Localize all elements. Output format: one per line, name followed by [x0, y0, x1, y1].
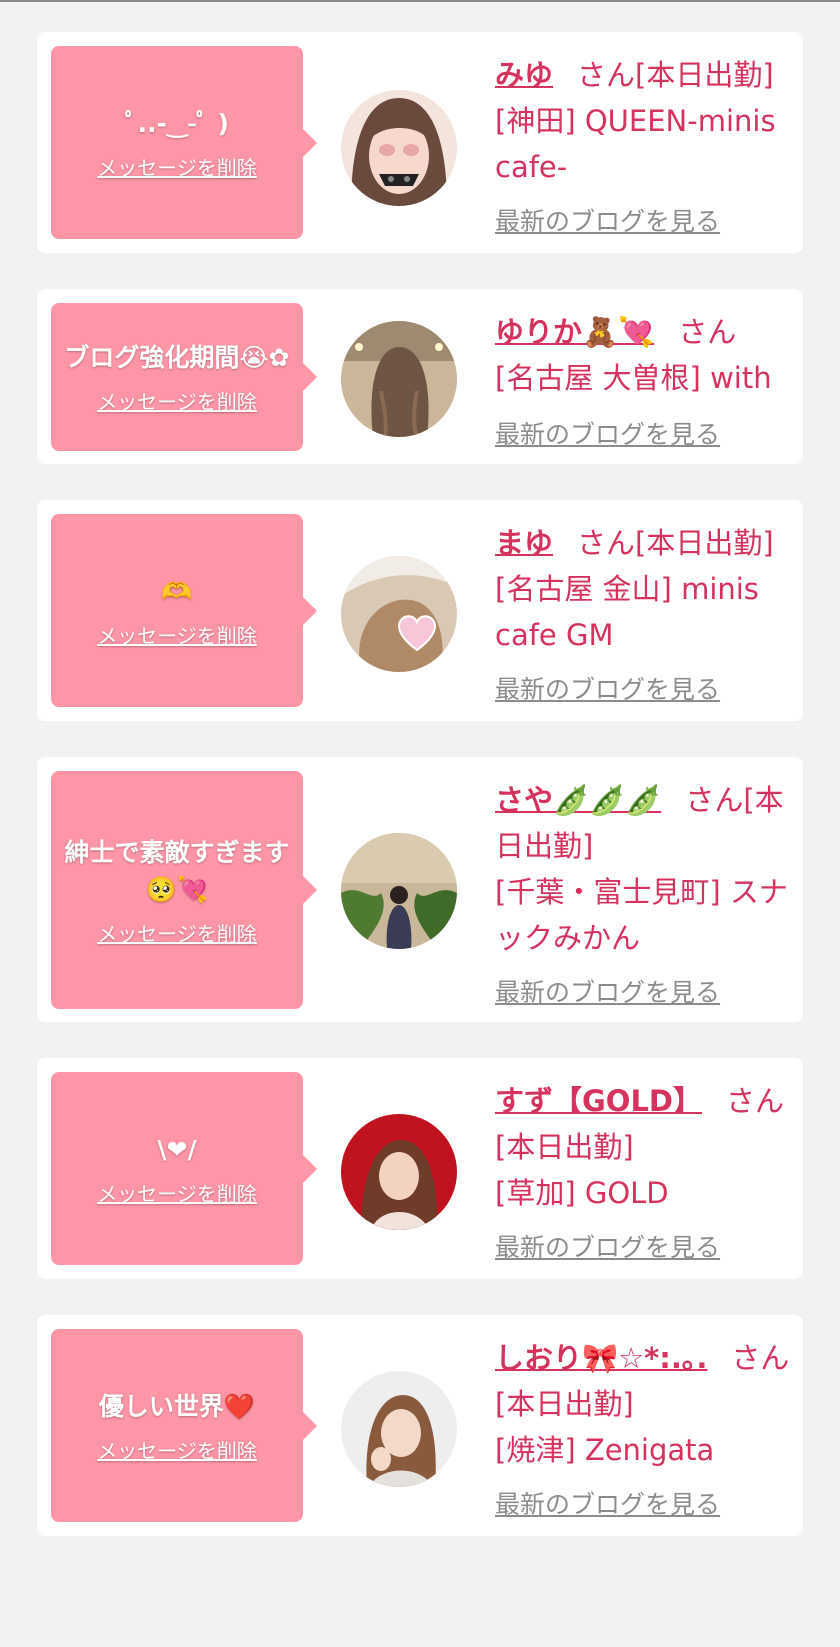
message-bubble: 🫶 メッセージを削除	[51, 514, 317, 707]
latest-blog-link[interactable]: 最新のブログを見る	[495, 973, 720, 1009]
honorific-status: さん	[678, 315, 737, 349]
message-card: ﾟ..-‿-ﾟ ) メッセージを削除 みゆ さん[本日出勤] [神田] QUEEN…	[37, 32, 803, 253]
message-bubble: 優しい世界❤️ メッセージを削除	[51, 1329, 317, 1522]
avatar[interactable]	[341, 90, 457, 206]
avatar[interactable]	[341, 833, 457, 949]
message-card: 🫶 メッセージを削除 まゆ さん[本日出勤] [名古屋 金山] minis caf…	[37, 500, 803, 721]
cast-name-link[interactable]: すず【GOLD】	[495, 1084, 702, 1118]
avatar-photo	[341, 90, 457, 206]
cast-name-link[interactable]: まゆ	[495, 526, 553, 560]
message-bubble: ﾟ..-‿-ﾟ ) メッセージを削除	[51, 46, 317, 239]
delete-message-link[interactable]: メッセージを削除	[97, 620, 257, 649]
message-text: 紳士で素敵すぎます🥺💘	[64, 837, 290, 904]
delete-message-link[interactable]: メッセージを削除	[97, 1178, 257, 1207]
cast-info: まゆ さん[本日出勤] [名古屋 金山] minis cafe GM	[495, 520, 795, 658]
cast-name-link[interactable]: さや🫛🫛🫛	[495, 783, 661, 817]
honorific-status: さん[本日出勤]	[577, 58, 774, 92]
delete-message-link[interactable]: メッセージを削除	[97, 1435, 257, 1464]
avatar-photo	[341, 1114, 457, 1230]
avatar[interactable]	[341, 1114, 457, 1230]
latest-blog-link[interactable]: 最新のブログを見る	[495, 670, 720, 706]
message-list: ﾟ..-‿-ﾟ ) メッセージを削除 みゆ さん[本日出勤] [神田] QUEEN…	[37, 32, 803, 1536]
avatar-photo	[341, 833, 457, 949]
cast-info: すず【GOLD】 さん [本日出勤] [草加] GOLD	[495, 1078, 795, 1216]
cast-info: しおり🎀☆*:.｡. さん [本日出勤] [焼津] Zenigata	[495, 1335, 795, 1473]
cast-info: さや🫛🫛🫛 さん[本日出勤] [千葉・富士見町] スナックみかん	[495, 777, 795, 961]
delete-message-link[interactable]: メッセージを削除	[97, 152, 257, 181]
honorific-status: さん[本日出勤]	[577, 526, 774, 560]
latest-blog-link[interactable]: 最新のブログを見る	[495, 1228, 720, 1264]
avatar-photo	[341, 556, 457, 672]
message-bubble: ブログ強化期間😭✿ メッセージを削除	[51, 303, 317, 451]
avatar[interactable]	[341, 556, 457, 672]
message-bubble: \❤/ メッセージを削除	[51, 1072, 317, 1265]
message-card: 優しい世界❤️ メッセージを削除 しおり🎀☆*:.｡. さん [本日出勤] [焼津…	[37, 1315, 803, 1536]
shop-location: [千葉・富士見町] スナックみかん	[495, 875, 788, 955]
shop-location: [名古屋 金山] minis cafe GM	[495, 572, 759, 652]
cast-name-link[interactable]: ゆりか🧸💘	[495, 315, 654, 349]
message-text: ブログ強化期間😭✿	[64, 342, 290, 372]
delete-message-link[interactable]: メッセージを削除	[97, 918, 257, 947]
avatar-photo	[341, 1371, 457, 1487]
avatar[interactable]	[341, 1371, 457, 1487]
cast-info: ゆりか🧸💘 さん [名古屋 大曽根] with	[495, 309, 795, 401]
honorific-status: さん	[726, 1084, 785, 1118]
shop-location: [草加] GOLD	[495, 1176, 669, 1210]
latest-blog-link[interactable]: 最新のブログを見る	[495, 415, 720, 451]
message-text: ﾟ..-‿-ﾟ )	[125, 108, 229, 138]
avatar-photo	[341, 321, 457, 437]
delete-message-link[interactable]: メッセージを削除	[97, 386, 257, 415]
honorific-status: さん	[731, 1341, 790, 1375]
status-divider	[0, 0, 840, 2]
message-text: 優しい世界❤️	[98, 1391, 256, 1421]
cast-name-link[interactable]: しおり🎀☆*:.｡.	[495, 1341, 707, 1375]
cast-status: [本日出勤]	[495, 1130, 634, 1164]
message-card: ブログ強化期間😭✿ メッセージを削除 ゆりか🧸💘 さん [名古屋 大曽根] wit…	[37, 289, 803, 464]
latest-blog-link[interactable]: 最新のブログを見る	[495, 1485, 720, 1521]
message-bubble: 紳士で素敵すぎます🥺💘 メッセージを削除	[51, 771, 317, 1009]
message-text: \❤/	[157, 1134, 197, 1164]
shop-location: [神田] QUEEN-minis cafe-	[495, 104, 776, 184]
message-card: \❤/ メッセージを削除 すず【GOLD】 さん [本日出勤] [草加] GOLD…	[37, 1058, 803, 1279]
cast-info: みゆ さん[本日出勤] [神田] QUEEN-minis cafe-	[495, 52, 795, 190]
message-text: 🫶	[161, 576, 193, 606]
cast-status: [本日出勤]	[495, 1387, 634, 1421]
latest-blog-link[interactable]: 最新のブログを見る	[495, 202, 720, 238]
avatar[interactable]	[341, 321, 457, 437]
message-card: 紳士で素敵すぎます🥺💘 メッセージを削除 さや🫛🫛🫛 さん[本日出勤] [千葉・富…	[37, 757, 803, 1022]
shop-location: [焼津] Zenigata	[495, 1433, 715, 1467]
cast-name-link[interactable]: みゆ	[495, 58, 553, 92]
shop-location: [名古屋 大曽根] with	[495, 361, 772, 395]
